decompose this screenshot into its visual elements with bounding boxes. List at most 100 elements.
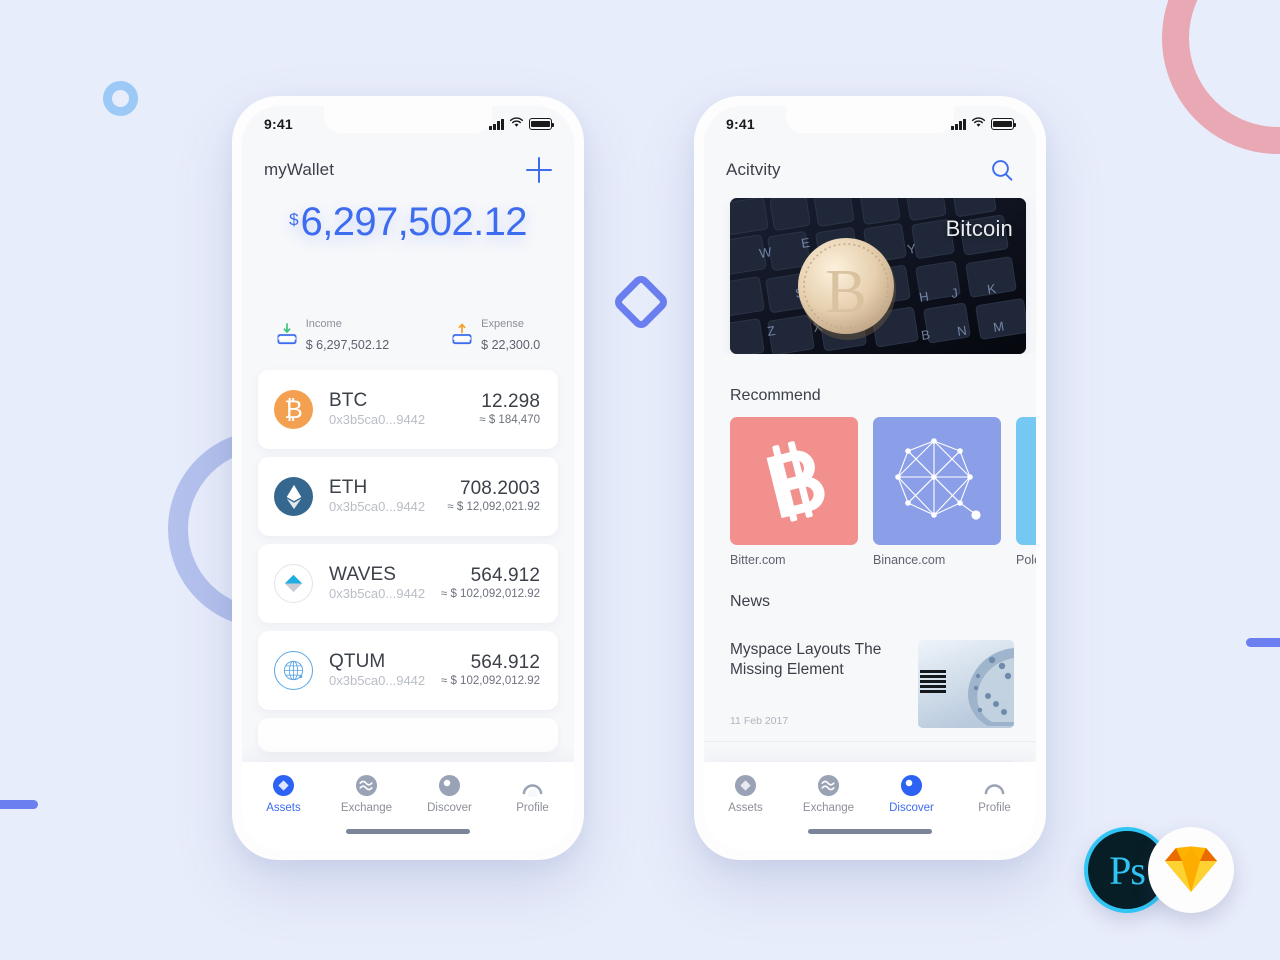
status-time: 9:41 xyxy=(726,116,755,132)
canvas: 9:41 myWallet $ 6,297,502.12 Income $ 6,… xyxy=(0,0,1280,960)
bottom-tab-bar: Assets Exchange Discover Profile xyxy=(704,762,1036,850)
asset-address: 0x3b5ca0...9442 xyxy=(329,412,426,428)
balance-section: $ 6,297,502.12 xyxy=(242,202,574,242)
asset-address: 0x3b5ca0...9442 xyxy=(329,673,426,689)
asset-identity: BTC 0x3b5ca0...9442 xyxy=(329,390,479,428)
network-mesh-icon xyxy=(873,417,1001,545)
status-icons xyxy=(951,115,1017,133)
page-title: myWallet xyxy=(264,160,335,179)
notch xyxy=(324,106,492,133)
waves-coin-icon xyxy=(274,564,313,603)
asset-symbol: BTC xyxy=(329,390,368,412)
sketch-logo xyxy=(1148,827,1234,913)
table-row[interactable]: WAVES 0x3b5ca0...9442 564.912 ≈ $ 102,09… xyxy=(258,544,558,623)
recommend-section-title: Recommend xyxy=(730,387,821,404)
tab-label: Discover xyxy=(889,802,934,814)
tile-label: Polonie xyxy=(1016,553,1036,567)
tab-discover[interactable]: Discover xyxy=(870,774,953,814)
news-headline: Myspace Layouts The Missing Element xyxy=(730,641,882,679)
blue-diamond-decoration xyxy=(611,272,671,332)
table-row[interactable]: ETH 0x3b5ca0...9442 708.2003 ≈ $ 12,092,… xyxy=(258,457,558,536)
bottom-tab-bar: Assets Exchange Discover Profile xyxy=(242,762,574,850)
news-list[interactable]: Myspace Layouts The Missing Element 11 F… xyxy=(704,622,1036,762)
balance-currency: $ xyxy=(289,210,299,229)
asset-symbol: QTUM xyxy=(329,651,386,673)
income-expense-row: Income $ 6,297,502.12 Expense $ 22,300.0 xyxy=(242,312,574,355)
exchange-waves-icon xyxy=(355,774,378,797)
asset-address: 0x3b5ca0...9442 xyxy=(329,499,426,515)
assets-screen-content: 9:41 myWallet $ 6,297,502.12 Income $ 6,… xyxy=(242,106,574,850)
bitcoin-coin-icon: ₿ xyxy=(274,390,313,429)
tab-label: Discover xyxy=(427,802,472,814)
asset-quantity: 564.912 xyxy=(470,564,540,586)
phone-assets-screen: 9:41 myWallet $ 6,297,502.12 Income $ 6,… xyxy=(232,96,584,860)
plus-icon[interactable] xyxy=(526,157,552,183)
tab-exchange[interactable]: Exchange xyxy=(325,774,408,814)
expense-label: Expense xyxy=(481,318,524,330)
right-blue-bar-decoration xyxy=(1246,638,1280,647)
tab-label: Assets xyxy=(728,802,763,814)
list-item[interactable]: Polonie xyxy=(1016,417,1036,567)
svg-text:M: M xyxy=(992,318,1005,335)
recommend-tiles[interactable]: Bitter.com Binance.com Pol xyxy=(704,417,1036,577)
asset-amounts: 12.298 ≈ $ 184,470 xyxy=(479,391,540,428)
tab-assets[interactable]: Assets xyxy=(242,774,325,814)
tab-assets[interactable]: Assets xyxy=(704,774,787,814)
tile-label: Bitter.com xyxy=(730,553,786,567)
table-row[interactable]: ₿ BTC 0x3b5ca0...9442 12.298 ≈ $ 184,470 xyxy=(258,370,558,449)
wifi-icon xyxy=(509,115,524,133)
tab-exchange[interactable]: Exchange xyxy=(787,774,870,814)
discover-compass-icon xyxy=(900,774,923,797)
table-row-partial[interactable] xyxy=(258,718,558,752)
discover-nav-bar: Acitvity xyxy=(704,142,1036,198)
page-title: Acitvity xyxy=(726,160,781,179)
qtum-coin-icon xyxy=(274,651,313,690)
home-indicator[interactable] xyxy=(346,829,470,834)
news-text: Myspace Layouts The Missing Element 11 F… xyxy=(730,640,918,727)
tab-profile[interactable]: Profile xyxy=(491,774,574,814)
news-section-title: News xyxy=(730,593,771,610)
table-row[interactable]: QTUM 0x3b5ca0...9442 564.912 ≈ $ 102,092… xyxy=(258,631,558,710)
asset-quantity: 12.298 xyxy=(481,390,540,412)
asset-quantity: 564.912 xyxy=(470,651,540,673)
assets-nav-bar: myWallet xyxy=(242,142,574,198)
profile-person-icon xyxy=(983,774,1006,799)
expense-value: $ 22,300.0 xyxy=(481,337,541,352)
banner-label: Bitcoin xyxy=(945,216,1013,241)
discover-screen-content: 9:41 Acitvity W Z X H J K B N M E Y B Bi… xyxy=(704,106,1036,850)
wifi-icon xyxy=(971,115,986,133)
tab-discover[interactable]: Discover xyxy=(408,774,491,814)
battery-full-icon xyxy=(991,118,1017,130)
list-item[interactable]: Binance.com xyxy=(873,417,1001,567)
tab-profile[interactable]: Profile xyxy=(953,774,1036,814)
expense-block: Expense $ 22,300.0 xyxy=(451,312,540,355)
banner-carousel[interactable]: W S Z X H J K B N M E Y xyxy=(704,198,1036,354)
asset-amounts: 564.912 ≈ $ 102,092,012.92 xyxy=(441,652,540,689)
home-indicator[interactable] xyxy=(808,829,932,834)
ethereum-coin-icon xyxy=(274,477,313,516)
asset-fiat: ≈ $ 12,092,021.92 xyxy=(447,500,540,513)
ibm-server-photo xyxy=(918,640,1014,728)
list-item[interactable]: Myspace Layouts The Missing Element 11 F… xyxy=(704,622,1036,742)
left-blue-bar-decoration xyxy=(0,800,38,809)
expense-text: Expense $ 22,300.0 xyxy=(481,312,540,355)
asset-identity: WAVES 0x3b5ca0...9442 xyxy=(329,564,441,602)
tab-label: Exchange xyxy=(340,802,393,814)
asset-fiat: ≈ $ 102,092,012.92 xyxy=(440,674,540,687)
list-item[interactable]: Bitter.com xyxy=(730,417,858,567)
income-label: Income xyxy=(305,318,342,330)
bitcoin-keyboard-banner[interactable]: W S Z X H J K B N M E Y xyxy=(730,198,1026,354)
tab-label: Exchange xyxy=(802,802,855,814)
bitcoin-b-icon xyxy=(730,417,858,545)
total-balance: $ 6,297,502.12 xyxy=(289,202,527,242)
status-time: 9:41 xyxy=(264,116,293,132)
discover-compass-icon xyxy=(438,774,461,797)
tile-label: Binance.com xyxy=(873,553,946,567)
income-block: Income $ 6,297,502.12 xyxy=(276,312,389,355)
asset-identity: ETH 0x3b5ca0...9442 xyxy=(329,477,447,515)
search-icon[interactable] xyxy=(990,158,1014,182)
list-item[interactable]: Eta Keys xyxy=(704,742,1036,762)
asset-symbol: ETH xyxy=(329,477,368,499)
asset-address: 0x3b5ca0...9442 xyxy=(329,586,426,602)
tab-label: Assets xyxy=(266,802,301,814)
